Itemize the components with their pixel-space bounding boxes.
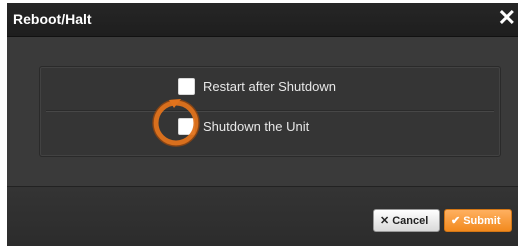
cancel-x-icon: ✕ <box>380 215 390 227</box>
options-divider <box>46 110 494 112</box>
dialog-body: Restart after Shutdown Shutdown the Unit <box>7 37 518 186</box>
dialog-footer: ✕ Cancel ✔ Submit <box>7 186 518 246</box>
option-shutdown-the-unit[interactable]: Shutdown the Unit <box>178 118 309 135</box>
restart-label: Restart after Shutdown <box>203 79 336 94</box>
shutdown-label: Shutdown the Unit <box>203 119 310 134</box>
dialog-titlebar: Reboot/Halt ✕ <box>7 3 518 37</box>
check-icon: ✔ <box>451 215 461 227</box>
cancel-button[interactable]: ✕ Cancel <box>373 209 440 232</box>
submit-button[interactable]: ✔ Submit <box>444 209 512 232</box>
reboot-halt-dialog: Reboot/Halt ✕ Restart after Shutdown Shu… <box>7 3 518 246</box>
cancel-label: Cancel <box>392 215 429 227</box>
submit-label: Submit <box>463 215 501 227</box>
option-restart-after-shutdown[interactable]: Restart after Shutdown <box>178 78 336 95</box>
shutdown-checkbox[interactable] <box>178 118 195 135</box>
options-panel: Restart after Shutdown Shutdown the Unit <box>39 66 501 157</box>
restart-checkbox[interactable] <box>178 78 195 95</box>
close-icon[interactable]: ✕ <box>498 5 516 31</box>
dialog-title: Reboot/Halt <box>13 11 92 27</box>
